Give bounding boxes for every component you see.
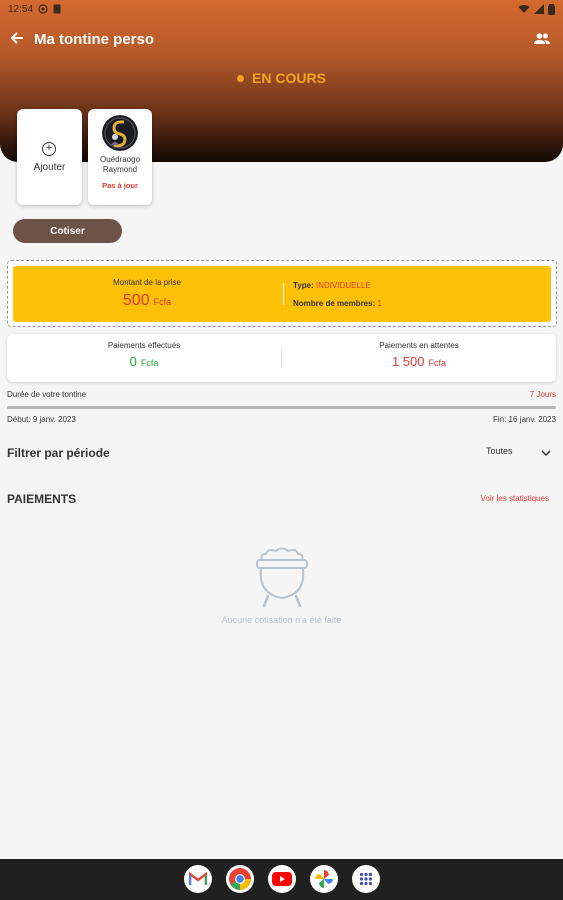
prize-label: Montant de la prise bbox=[112, 278, 182, 287]
payments-done: Paiements effectués 0 Fcfa bbox=[7, 334, 281, 382]
payments-done-amount: 0 Fcfa bbox=[129, 354, 159, 369]
payments-pending: Paiements en attentes 1 500 Fcfa bbox=[282, 334, 556, 382]
chrome-icon bbox=[229, 868, 251, 890]
app-bar: Ma tontine perso bbox=[0, 28, 563, 52]
prize-amount: 500 Fcfa bbox=[122, 292, 172, 309]
group-icon bbox=[534, 33, 550, 44]
period-dropdown[interactable]: Toutes bbox=[486, 446, 556, 462]
prize-card: Montant de la prise 500 Fcfa Type: INDIVI… bbox=[7, 260, 557, 327]
status-bar: 12:54 bbox=[0, 0, 563, 18]
status-dot bbox=[237, 74, 245, 82]
avatar bbox=[102, 115, 138, 151]
battery-icon bbox=[548, 3, 555, 15]
start-date: Début: 9 janv. 2023 bbox=[7, 415, 76, 424]
empty-state-message: Aucune cotisation n'a été faite bbox=[221, 615, 342, 625]
system-dock bbox=[0, 859, 563, 900]
sim-status-icon bbox=[53, 4, 61, 14]
view-stats-link[interactable]: Voir les statistiques bbox=[481, 494, 549, 503]
member-name: Ouédraogo Raymond bbox=[99, 155, 141, 174]
youtube-app[interactable] bbox=[268, 865, 296, 893]
period-selected: Toutes bbox=[486, 446, 513, 456]
app-drawer-icon bbox=[359, 872, 373, 886]
page-title: Ma tontine perso bbox=[34, 31, 155, 48]
payments-title: PAIEMENTS bbox=[7, 492, 77, 506]
members-count: Nombre de membres: 1 bbox=[293, 299, 382, 308]
contribute-button[interactable]: Cotiser bbox=[13, 219, 122, 243]
youtube-icon bbox=[272, 872, 292, 886]
duration-value: 7 Jours bbox=[529, 390, 556, 399]
filter-title: Filtrer par période bbox=[7, 446, 110, 460]
add-circle-icon: + bbox=[42, 142, 56, 156]
members-button[interactable] bbox=[533, 30, 553, 50]
prize-panel: Montant de la prise 500 Fcfa Type: INDIVI… bbox=[13, 266, 551, 322]
duration-progress-fill bbox=[7, 406, 556, 409]
gmail-icon bbox=[189, 872, 207, 885]
back-button[interactable] bbox=[9, 30, 27, 50]
duration-progress bbox=[7, 406, 556, 409]
member-card[interactable]: Ouédraogo Raymond Pas à jour bbox=[88, 109, 152, 205]
cauldron-icon bbox=[256, 547, 308, 608]
app-drawer[interactable] bbox=[352, 865, 380, 893]
dates-row: Début: 9 janv. 2023 Fin: 16 janv. 2023 bbox=[7, 415, 556, 424]
photos-icon bbox=[315, 870, 333, 888]
payments-pending-amount: 1 500 Fcfa bbox=[391, 354, 447, 369]
add-member-label: Ajouter bbox=[33, 162, 66, 173]
photos-app[interactable] bbox=[310, 865, 338, 893]
payments-summary: Paiements effectués 0 Fcfa Paiements en a… bbox=[7, 334, 556, 382]
gmail-app[interactable] bbox=[184, 865, 212, 893]
settings-status-icon bbox=[38, 4, 48, 14]
duration-row: Durée de votre tontine 7 Jours bbox=[7, 390, 556, 399]
tontine-status: EN COURS bbox=[0, 70, 563, 86]
member-status: Pas à jour bbox=[102, 181, 138, 190]
end-date: Fin: 16 janv. 2023 bbox=[492, 415, 556, 424]
signal-icon bbox=[534, 4, 544, 14]
tontine-type: Type: INDIVIDUELLE bbox=[293, 281, 371, 290]
chrome-app[interactable] bbox=[226, 865, 254, 893]
status-label: EN COURS bbox=[252, 70, 326, 86]
add-member-card[interactable]: + Ajouter bbox=[17, 109, 82, 205]
prize-divider bbox=[283, 283, 284, 305]
wifi-icon bbox=[518, 5, 530, 13]
duration-label: Durée de votre tontine bbox=[7, 390, 87, 399]
chevron-down-icon bbox=[541, 450, 551, 457]
status-time: 12:54 bbox=[8, 3, 34, 15]
arrow-back-icon bbox=[10, 32, 23, 44]
